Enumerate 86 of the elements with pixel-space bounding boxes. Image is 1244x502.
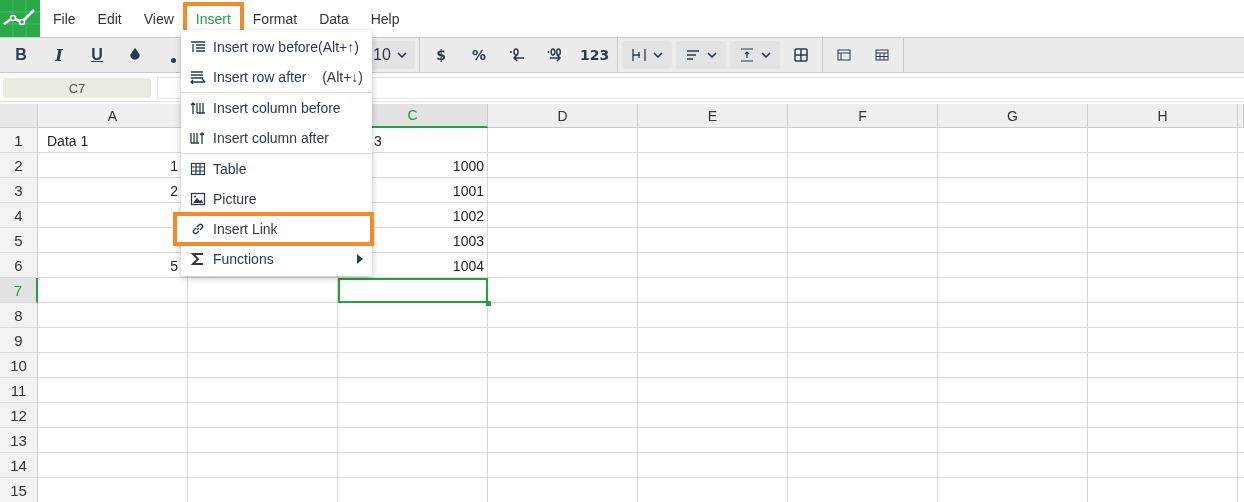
caret-icon [761,52,772,58]
menu-item[interactable]: Picture [181,184,372,214]
menu-item[interactable]: Functions [181,244,372,274]
column-header[interactable]: E [638,104,788,128]
menu-item[interactable]: File [44,5,85,32]
menu-label: Picture [213,191,257,207]
link-icon [190,221,206,237]
table-cell-text: 1 [169,156,179,176]
table-cell-text: 1001 [451,181,485,201]
valign-dropdown[interactable] [730,41,781,69]
insert-column-icon [190,100,206,116]
increase-decimal-icon [546,47,564,63]
row-header[interactable]: 10 [0,353,38,378]
table-cell-text: 2 [169,181,179,201]
format-button[interactable]: $ [424,41,458,69]
row-header[interactable]: 3 [0,178,38,203]
menu-label: Functions [213,251,274,267]
insert-column-icon [190,130,206,146]
sum-icon [190,251,206,267]
menu-item[interactable]: Data [310,5,358,32]
picture-icon [190,191,206,207]
menu-item[interactable]: Insert row after (Alt+↓) [181,62,372,92]
menu-item[interactable]: Insert column before [181,93,372,123]
menu-label: Insert column after [213,130,329,146]
column-header[interactable]: G [938,104,1088,128]
italic-button[interactable]: I [42,41,76,69]
merge-cells-icon [793,47,810,63]
row-header[interactable]: 15 [0,478,38,502]
menu-label: Insert row after [213,69,307,85]
table-cell-text: 5 [169,256,179,276]
insert-row-icon [190,39,206,55]
table-cell-text: Data 1 [46,131,90,151]
row-header[interactable]: 11 [0,378,38,403]
column-header[interactable]: H [1088,104,1238,128]
align-left-icon [685,47,702,63]
app-logo[interactable] [0,0,40,37]
row-header[interactable]: 13 [0,428,38,453]
bold-button[interactable]: B [4,41,38,69]
selected-cell[interactable] [338,278,488,303]
row-header[interactable]: 14 [0,453,38,478]
menu-item[interactable]: Insert column after [181,123,372,153]
menu-item[interactable]: Format [243,5,307,32]
table-icon [836,47,853,63]
row-header[interactable]: 9 [0,328,38,353]
table-cell-text: 1004 [451,256,485,276]
fill-color-icon [127,47,143,63]
borders-icon [631,47,648,63]
format-button[interactable]: 123 [576,41,614,69]
insert-row-icon [190,69,206,85]
table-icon [874,47,891,63]
name-box[interactable]: C7 [3,78,151,98]
row-header[interactable]: 2 [0,153,38,178]
table-cell-text: 1002 [451,206,485,226]
column-header[interactable]: D [488,104,638,128]
row-header[interactable]: 5 [0,228,38,253]
menu-item[interactable]: Help [361,5,409,32]
table-cell-text: 1003 [451,231,485,251]
caret-icon [653,52,664,58]
decrease-decimal-icon [508,47,526,63]
row-header[interactable]: 12 [0,403,38,428]
menu-item[interactable]: View [134,5,183,32]
column-header[interactable]: F [788,104,938,128]
underline-button[interactable]: U [80,41,114,69]
table-cell-text: 1000 [451,156,485,176]
menu-label: Insert Link [213,221,278,237]
align-top-icon [739,47,756,63]
menu-item[interactable]: Table [181,154,372,184]
font-color-icon [170,58,176,63]
caret-icon [396,52,407,58]
menu-item[interactable]: Insert row before(Alt+↑) [181,32,372,62]
caret-icon [707,52,718,58]
table-cell-text: 3 [373,131,383,151]
format-button[interactable]: % [462,41,496,69]
align-dropdown[interactable] [676,41,727,69]
row-header[interactable]: 6 [0,253,38,278]
menu-item[interactable]: Edit [88,5,131,32]
menu-item[interactable]: Insert Link [175,214,372,244]
menu-label: Insert row before(Alt+↑) [213,39,359,55]
menu-label: Table [213,161,247,177]
table-icon [190,161,206,177]
menu-label: Insert column before [213,100,341,116]
row-header[interactable]: 8 [0,303,38,328]
shortcut-text: (Alt+↓) [322,69,363,85]
borders-dropdown[interactable] [622,41,673,69]
row-header[interactable]: 1 [0,128,38,153]
row-header[interactable]: 4 [0,203,38,228]
